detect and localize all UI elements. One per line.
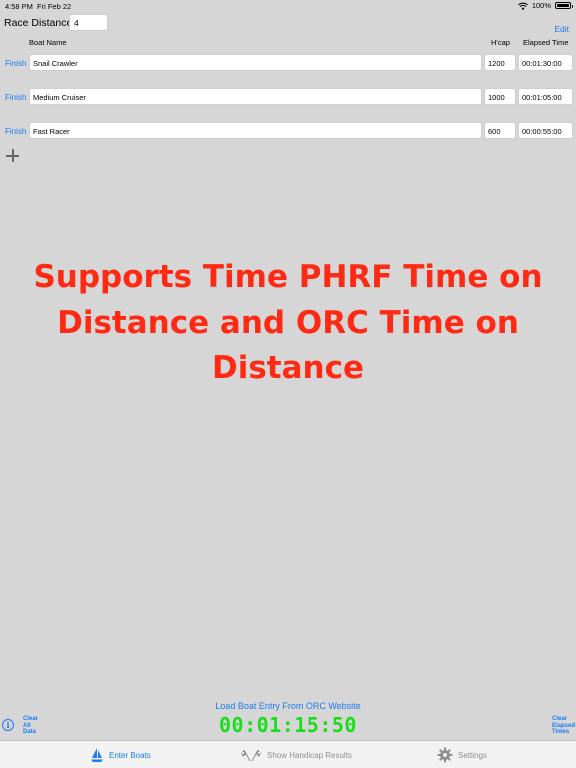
elapsed-time-field[interactable]: 00:01:30:00	[518, 54, 573, 71]
boat-row: Finish Snail Crawler 1200 00:01:30:00	[0, 54, 576, 72]
status-date: Fri Feb 22	[37, 2, 72, 11]
load-orc-entry-link[interactable]: Load Boat Entry From ORC Website	[0, 701, 576, 711]
tab-results-label: Show Handicap Results	[267, 750, 352, 760]
finish-button[interactable]: Finish	[5, 93, 26, 102]
hcap-field[interactable]: 1200	[484, 54, 516, 71]
status-bar: 4:58 PM Fri Feb 22 100%	[0, 0, 576, 12]
finish-button[interactable]: Finish	[5, 127, 26, 136]
sailboat-icon	[91, 748, 103, 762]
boat-name-field[interactable]: Snail Crawler	[29, 54, 482, 71]
race-distance-input[interactable]: 4	[69, 14, 108, 31]
elapsed-time-header: Elapsed Time	[523, 38, 569, 47]
wifi-icon	[517, 2, 528, 10]
edit-button[interactable]: Edit	[554, 24, 569, 34]
tab-settings[interactable]: Settings	[437, 746, 487, 764]
boat-row: Finish Medium Cruiser 1000 00:01:05:00	[0, 88, 576, 106]
gear-icon	[437, 747, 453, 763]
feature-banner: Supports Time PHRF Time on Distance and …	[33, 259, 543, 386]
elapsed-time-field[interactable]: 00:00:55:00	[518, 122, 573, 139]
tab-settings-label: Settings	[458, 750, 487, 760]
elapsed-time-field[interactable]: 00:01:05:00	[518, 88, 573, 105]
info-icon[interactable]: i	[2, 719, 14, 731]
status-right: 100%	[517, 1, 573, 10]
clear-elapsed-times-button[interactable]: Clear Elapsed Times	[552, 716, 576, 736]
hcap-header: H'cap	[491, 38, 510, 47]
tab-show-handicap-results[interactable]: Show Handicap Results	[240, 746, 352, 764]
clear-all-data-button[interactable]: Clear All Data	[23, 716, 43, 736]
finish-button[interactable]: Finish	[5, 59, 26, 68]
battery-percent: 100%	[531, 1, 551, 10]
battery-icon	[555, 2, 573, 9]
race-clock: 00:01:15:50	[219, 713, 357, 737]
status-time: 4:58 PM	[5, 2, 33, 11]
tab-enter-boats-label: Enter Boats	[109, 750, 151, 760]
boat-row: Finish Fast Racer 600 00:00:55:00	[0, 122, 576, 140]
boat-name-field[interactable]: Medium Cruiser	[29, 88, 482, 105]
race-distance-label: Race Distance:	[4, 17, 76, 29]
add-boat-plus-icon[interactable]	[6, 149, 20, 163]
checkered-flags-icon	[241, 749, 261, 762]
tab-enter-boats[interactable]: Enter Boats	[90, 746, 151, 764]
hcap-field[interactable]: 1000	[484, 88, 516, 105]
hcap-field[interactable]: 600	[484, 122, 516, 139]
tab-bar: Enter Boats Show Handicap Results Settin…	[0, 740, 576, 768]
boat-name-field[interactable]: Fast Racer	[29, 122, 482, 139]
boat-name-header: Boat Name	[29, 38, 67, 47]
